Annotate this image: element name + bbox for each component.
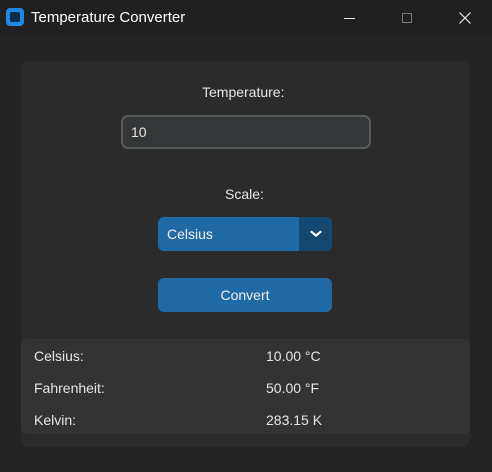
fahrenheit-result-value: 50.00 °F — [266, 380, 320, 396]
maximize-button[interactable] — [378, 0, 436, 36]
scale-selected-value: Celsius — [167, 226, 213, 242]
close-button[interactable] — [436, 0, 492, 36]
title-bar: Temperature Converter — [0, 0, 492, 36]
window-title: Temperature Converter — [31, 9, 186, 26]
maximize-icon — [402, 13, 412, 23]
chevron-down-icon — [309, 230, 322, 237]
minimize-button[interactable] — [320, 0, 378, 36]
scale-label: Scale: — [225, 186, 264, 202]
scale-dropdown[interactable]: Celsius — [158, 217, 332, 251]
temperature-input[interactable] — [121, 115, 371, 149]
dropdown-arrow-button[interactable] — [299, 217, 332, 251]
close-icon — [459, 12, 471, 24]
app-icon — [6, 8, 24, 26]
app-window: Temperature Converter Temperature: Scale… — [0, 0, 492, 472]
fahrenheit-result-label: Fahrenheit: — [34, 380, 105, 396]
convert-button[interactable]: Convert — [158, 278, 332, 312]
celsius-result-value: 10.00 °C — [266, 348, 321, 364]
temperature-label: Temperature: — [202, 84, 285, 100]
celsius-result-label: Celsius: — [34, 348, 84, 364]
kelvin-result-value: 283.15 K — [266, 412, 323, 428]
kelvin-result-label: Kelvin: — [34, 412, 77, 428]
minimize-icon — [343, 17, 355, 19]
